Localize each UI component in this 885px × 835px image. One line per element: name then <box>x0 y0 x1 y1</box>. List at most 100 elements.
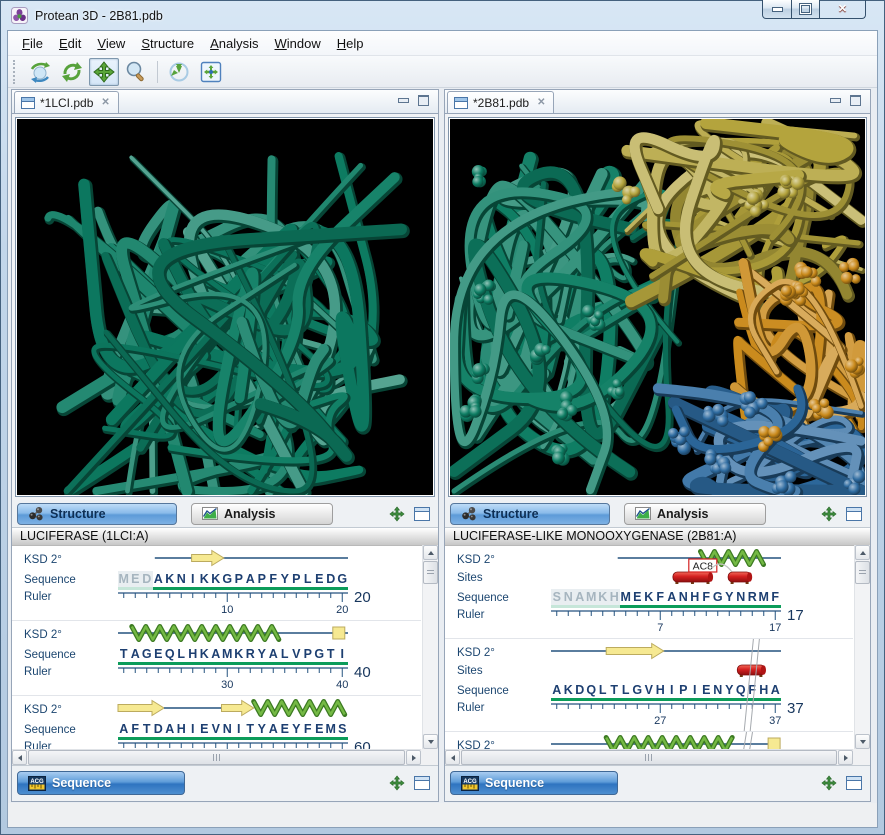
residue-letter[interactable]: A <box>551 682 563 701</box>
residue-letter[interactable]: Y <box>256 646 268 665</box>
menu-analysis[interactable]: Analysis <box>202 33 266 54</box>
residue-letter[interactable]: V <box>643 682 655 701</box>
tab-1lci[interactable]: *1LCI.pdb ✕ <box>14 91 119 113</box>
feature-track[interactable] <box>551 660 781 683</box>
window-maximize-button[interactable] <box>792 0 820 19</box>
restore-pane-icon[interactable] <box>846 506 862 521</box>
residue-letter[interactable]: Y <box>256 721 268 740</box>
residue-letter[interactable]: V <box>210 721 222 740</box>
residue-letter[interactable]: F <box>267 571 279 590</box>
residue-letter[interactable]: G <box>336 571 348 590</box>
residue-letter[interactable]: A <box>164 721 176 740</box>
structure-tab[interactable]: Structure <box>17 502 177 525</box>
menu-window[interactable]: Window <box>267 33 329 54</box>
residue-letter[interactable]: G <box>221 571 233 590</box>
residue-letter[interactable]: F <box>654 589 666 608</box>
residue-letter[interactable]: P <box>290 571 302 590</box>
residue-letter[interactable]: M <box>221 646 233 665</box>
residue-letter[interactable]: E <box>152 646 164 665</box>
tab-2b81[interactable]: *2B81.pdb ✕ <box>447 91 555 113</box>
residue-letter[interactable]: T <box>244 721 256 740</box>
vertical-scrollbar[interactable] <box>422 545 438 749</box>
residue-letter[interactable]: D <box>574 682 586 701</box>
residue-letter[interactable]: L <box>302 571 314 590</box>
scroll-up-button[interactable] <box>855 545 870 560</box>
residue-letter[interactable]: K <box>210 571 222 590</box>
residue-letter[interactable]: G <box>631 682 643 701</box>
scroll-right-button[interactable] <box>406 750 421 765</box>
scroll-down-button[interactable] <box>855 734 870 749</box>
residue-letter[interactable]: G <box>141 646 153 665</box>
residue-letter[interactable]: K <box>233 646 245 665</box>
residue-letter[interactable]: I <box>336 646 348 665</box>
restore-pane-icon[interactable] <box>414 506 430 521</box>
residue-letter[interactable]: R <box>244 646 256 665</box>
spin-tool-button[interactable] <box>57 58 87 86</box>
residue-letters[interactable]: MEDAKNIKKGPAPFYPLEDG <box>118 570 348 590</box>
residue-letter[interactable]: E <box>279 721 291 740</box>
residue-letter[interactable]: E <box>631 589 643 608</box>
residue-letter[interactable]: T <box>118 646 130 665</box>
feature-track[interactable]: AC8 <box>551 557 781 590</box>
residue-letter[interactable]: I <box>187 571 199 590</box>
scroll-right-button[interactable] <box>838 750 853 765</box>
maximize-view-icon[interactable] <box>850 95 861 106</box>
title-bar[interactable]: Protean 3D - 2B81.pdb ✕ <box>1 0 884 30</box>
residue-letter[interactable]: K <box>562 682 574 701</box>
residue-letter[interactable]: E <box>129 570 141 590</box>
zoom-tool-button[interactable] <box>121 58 151 86</box>
residue-letter[interactable]: H <box>187 646 199 665</box>
structure-tab[interactable]: Structure <box>450 502 610 525</box>
residue-letter[interactable]: N <box>677 589 689 608</box>
residue-letters[interactable]: TAGEQLHKAMKRYALVPGTI <box>118 646 348 665</box>
translate-tool-button[interactable] <box>89 57 119 86</box>
residue-letter[interactable]: L <box>597 682 609 701</box>
residue-letter[interactable]: D <box>141 570 153 590</box>
residue-letter[interactable]: L <box>279 646 291 665</box>
residue-letter[interactable]: A <box>267 646 279 665</box>
residue-letter[interactable]: S <box>551 588 563 608</box>
residue-letter[interactable]: F <box>700 589 712 608</box>
residue-letter[interactable]: T <box>325 646 337 665</box>
residue-letter[interactable]: P <box>233 571 245 590</box>
restore-pane-icon[interactable] <box>846 776 862 790</box>
horizontal-scrollbar[interactable] <box>445 749 853 765</box>
residue-letter[interactable]: K <box>164 571 176 590</box>
tab-close-icon[interactable]: ✕ <box>537 97 545 108</box>
horizontal-scroll-thumb[interactable] <box>28 750 405 765</box>
maximize-view-icon[interactable] <box>418 95 429 106</box>
residue-letter[interactable]: N <box>175 571 187 590</box>
residue-letter[interactable]: H <box>175 721 187 740</box>
vertical-scrollbar[interactable] <box>854 545 870 749</box>
menu-help[interactable]: Help <box>329 33 372 54</box>
scroll-up-button[interactable] <box>423 545 438 560</box>
residue-letter[interactable]: F <box>129 721 141 740</box>
residue-letter[interactable]: P <box>256 571 268 590</box>
residue-letter[interactable]: F <box>302 721 314 740</box>
vertical-scroll-thumb[interactable] <box>423 561 438 584</box>
residue-letter[interactable]: A <box>574 588 586 608</box>
feature-track[interactable] <box>117 698 348 722</box>
residue-letter[interactable]: R <box>746 589 758 608</box>
residue-letter[interactable]: N <box>221 721 233 740</box>
expand-view-icon[interactable] <box>821 775 837 791</box>
residue-letter[interactable]: P <box>302 646 314 665</box>
residue-letter[interactable]: K <box>597 588 609 608</box>
residue-letter[interactable]: I <box>689 682 701 701</box>
expand-view-icon[interactable] <box>821 505 837 522</box>
residue-letter[interactable]: E <box>313 571 325 590</box>
feature-track[interactable] <box>118 623 348 647</box>
residue-letter[interactable]: I <box>233 721 245 740</box>
residue-letter[interactable]: K <box>198 571 210 590</box>
residue-letter[interactable]: K <box>198 646 210 665</box>
residue-letter[interactable]: H <box>608 588 620 608</box>
residue-letter[interactable]: G <box>712 589 724 608</box>
residue-letter[interactable]: A <box>244 571 256 590</box>
horizontal-scrollbar[interactable] <box>12 749 421 765</box>
residue-letter[interactable]: L <box>620 682 632 701</box>
center-structure-button[interactable] <box>196 58 226 86</box>
scroll-down-button[interactable] <box>423 734 438 749</box>
structure-3d-viewport[interactable] <box>15 117 435 497</box>
expand-view-icon[interactable] <box>389 775 405 791</box>
residue-letter[interactable]: T <box>608 682 620 701</box>
